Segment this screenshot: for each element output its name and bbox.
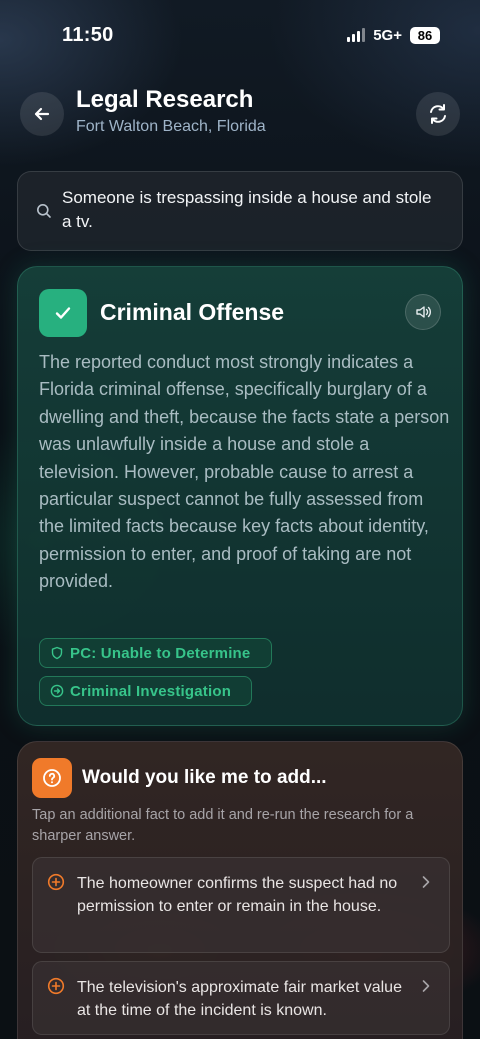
search-icon xyxy=(37,204,51,218)
back-button[interactable] xyxy=(20,92,64,136)
suggestions-description: Tap an additional fact to add it and re-… xyxy=(32,807,414,844)
arrow-left-icon xyxy=(34,107,50,121)
refresh-icon xyxy=(430,104,446,124)
add-circle-icon xyxy=(47,873,65,891)
add-circle-icon xyxy=(47,977,65,995)
status-bar: 11:50 5G+ 86 xyxy=(0,0,480,70)
suggestions-title: Would you like me to add... xyxy=(82,767,327,788)
refresh-button[interactable] xyxy=(416,92,460,136)
search-query-field[interactable]: Someone is trespassing inside a house an… xyxy=(17,171,463,251)
title-block: Legal Research Fort Walton Beach, Florid… xyxy=(76,86,266,136)
checkmark-icon xyxy=(55,307,71,319)
result-summary: The reported conduct most strongly indic… xyxy=(39,352,450,592)
result-card: Criminal Offense The reported conduct mo… xyxy=(17,266,463,726)
signal-icon xyxy=(347,28,366,42)
search-query-text: Someone is trespassing inside a house an… xyxy=(62,188,432,231)
page-title: Legal Research xyxy=(76,86,254,113)
chevron-right-icon xyxy=(422,876,430,888)
status-indicators: 5G+ 86 xyxy=(347,26,440,44)
shield-icon xyxy=(51,646,63,660)
read-aloud-button[interactable] xyxy=(405,294,441,330)
question-icon xyxy=(43,769,61,787)
result-title: Criminal Offense xyxy=(100,299,285,325)
suggestion-option[interactable]: The television's approximate fair market… xyxy=(32,961,450,1035)
suggestions-badge xyxy=(32,758,72,798)
investigation-tag[interactable]: Criminal Investigation xyxy=(39,676,252,706)
suggestion-option[interactable]: The homeowner confirms the suspect had n… xyxy=(32,857,450,953)
arrow-circle-icon xyxy=(50,684,64,698)
investigation-label: Criminal Investigation xyxy=(70,682,232,700)
result-badge xyxy=(39,289,87,337)
header: Legal Research Fort Walton Beach, Florid… xyxy=(20,86,460,142)
probable-cause-tag[interactable]: PC: Unable to Determine xyxy=(39,638,272,668)
status-time: 11:50 xyxy=(62,23,114,46)
page-subtitle: Fort Walton Beach, Florida xyxy=(76,118,266,135)
suggestions-card: Would you like me to add... Tap an addit… xyxy=(17,741,463,1039)
speaker-icon xyxy=(416,306,431,318)
battery-level: 86 xyxy=(410,26,440,44)
network-type: 5G+ xyxy=(373,26,402,44)
suggestion-text: The homeowner confirms the suspect had n… xyxy=(77,875,398,915)
chevron-right-icon xyxy=(422,980,430,992)
suggestion-text: The television's approximate fair market… xyxy=(77,979,402,1019)
probable-cause-label: PC: Unable to Determine xyxy=(70,644,251,662)
